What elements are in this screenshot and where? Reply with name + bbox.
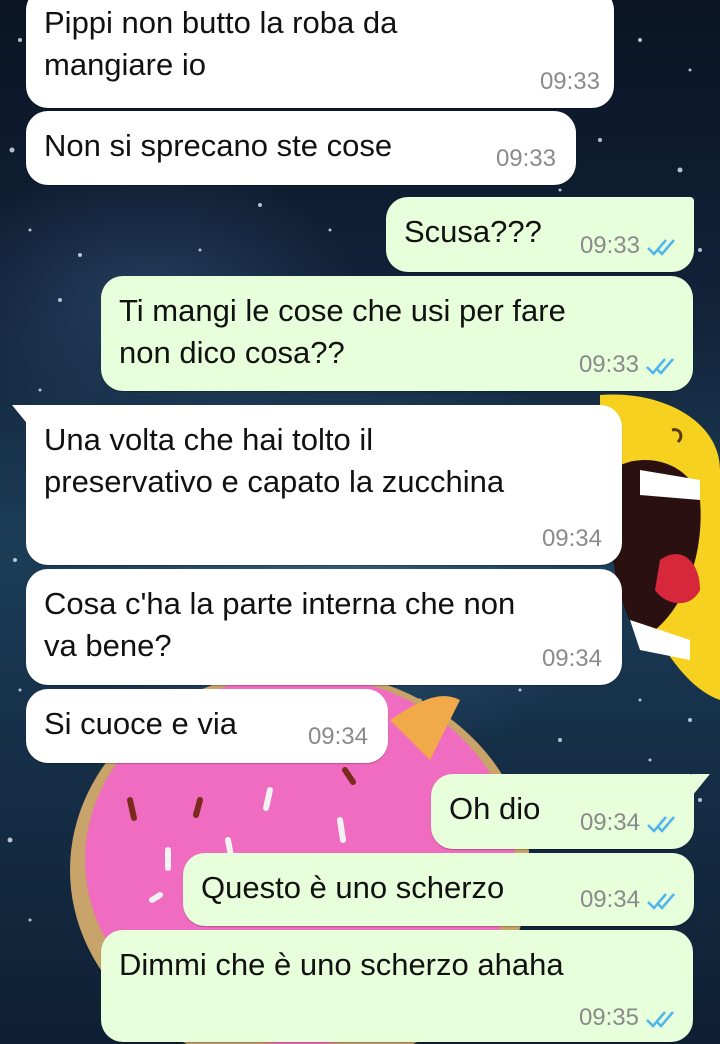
message-text: Scusa??? <box>404 214 542 249</box>
read-ticks-icon <box>647 893 675 910</box>
message-text: Ti mangi le cose che usi per fare <box>119 293 566 328</box>
message-bubble-outgoing[interactable]: Questo è uno scherzo 09:34 <box>183 853 694 926</box>
message-timestamp: 09:34 <box>579 809 640 836</box>
message-bubble-incoming[interactable]: Si cuoce e via 09:34 <box>26 689 388 763</box>
read-ticks-icon <box>647 239 675 256</box>
message-bubble-outgoing[interactable]: Ti mangi le cose che usi per fare non di… <box>101 276 693 391</box>
read-ticks-icon <box>647 816 675 833</box>
message-text: Questo è uno scherzo <box>201 870 505 905</box>
message-timestamp: 09:33 <box>579 232 640 259</box>
bubble-tail <box>692 774 710 796</box>
message-text: non dico cosa?? <box>119 335 345 370</box>
message-text: Non si sprecano ste cose <box>44 128 393 163</box>
message-text: Dimmi che è uno scherzo ahaha <box>119 947 564 982</box>
message-timestamp: 09:33 <box>578 351 639 378</box>
message-timestamp: 09:34 <box>541 645 602 672</box>
message-timestamp: 09:34 <box>541 525 602 552</box>
message-text: Una volta che hai tolto il <box>44 422 374 457</box>
message-timestamp: 09:34 <box>579 886 640 913</box>
message-text: preservativo e capato la zucchina <box>44 464 505 499</box>
message-text: Cosa c'ha la parte interna che non <box>44 586 516 621</box>
message-bubble-outgoing[interactable]: Dimmi che è uno scherzo ahaha 09:35 <box>101 930 693 1042</box>
message-timestamp: 09:33 <box>539 68 600 95</box>
message-text: Oh dio <box>449 791 541 826</box>
message-bubble-incoming[interactable]: Non si sprecano ste cose 09:33 <box>26 111 576 185</box>
read-ticks-icon <box>646 358 674 375</box>
message-text: va bene? <box>44 628 172 663</box>
message-bubble-outgoing[interactable]: Scusa??? 09:33 <box>386 197 694 272</box>
message-text: mangiare io <box>44 47 206 82</box>
read-ticks-icon <box>646 1011 674 1028</box>
message-bubble-outgoing[interactable]: Oh dio 09:34 <box>431 774 694 849</box>
message-bubble-incoming[interactable]: Una volta che hai tolto il preservativo … <box>26 405 622 565</box>
message-timestamp: 09:33 <box>495 145 556 172</box>
message-timestamp: 09:35 <box>578 1004 639 1031</box>
message-text: Pippi non butto la roba da <box>44 5 398 40</box>
message-timestamp: 09:34 <box>307 723 368 750</box>
message-bubble-incoming[interactable]: Cosa c'ha la parte interna che non va be… <box>26 569 622 685</box>
message-text: Si cuoce e via <box>44 706 237 741</box>
bubble-tail <box>12 405 30 427</box>
message-bubble-incoming[interactable]: Pippi non butto la roba da mangiare io 0… <box>26 0 614 108</box>
